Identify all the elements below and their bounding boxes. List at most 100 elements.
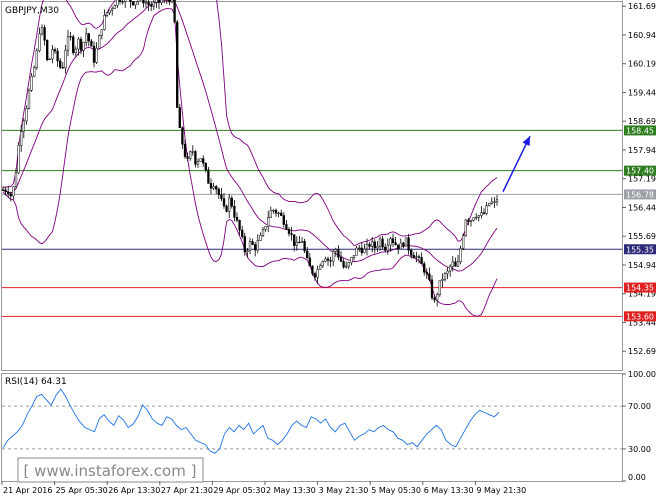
candle-body: [407, 237, 410, 251]
candle-body: [238, 220, 241, 231]
price-tick-label: 160.94: [628, 31, 656, 40]
candle-body: [25, 108, 28, 122]
candle-body: [66, 36, 70, 51]
candle-body: [170, 0, 174, 3]
candle-body: [4, 189, 7, 193]
candle-body: [176, 21, 179, 108]
candle-body: [345, 265, 348, 268]
level-tag-label: 157.40: [626, 167, 654, 176]
price-chart: 161.69 160.94 160.19 159.44 158.69 157.94 157.…: [0, 0, 664, 498]
chart-title: GBPJPY,M30: [5, 6, 59, 16]
rsi-tick-label: 100.00: [628, 370, 656, 379]
candle-body: [22, 120, 25, 132]
candle-body: [196, 161, 200, 165]
candle-body: [417, 256, 421, 258]
candle-body: [116, 0, 119, 6]
candle-body: [485, 205, 488, 214]
candle-body: [329, 260, 332, 262]
candle-body: [155, 0, 158, 3]
candle-body: [402, 242, 405, 247]
candle-body: [178, 107, 181, 128]
candle-body: [490, 201, 493, 204]
price-tick-label: 160.19: [628, 60, 656, 69]
candle-body: [59, 60, 62, 68]
candle-body: [199, 158, 202, 162]
candle-body: [269, 210, 272, 218]
candle-body: [256, 240, 259, 251]
candle-body: [215, 186, 218, 190]
candle-body: [111, 8, 114, 11]
candle-body: [144, 1, 148, 4]
candle-body: [121, 1, 124, 3]
candle-body: [443, 273, 447, 280]
candle-body: [428, 273, 431, 281]
candle-body: [92, 45, 96, 63]
candle-body: [98, 35, 101, 49]
candle-body: [438, 280, 441, 295]
candle-body: [430, 279, 434, 299]
candle-body: [397, 244, 400, 250]
candle-body: [254, 244, 257, 251]
candle-body: [290, 233, 293, 235]
candle-body: [183, 144, 187, 157]
candle-body: [209, 183, 213, 189]
candle-body: [350, 257, 353, 263]
candle-body: [425, 271, 428, 274]
price-tick-label: 159.44: [628, 88, 656, 97]
candle-body: [467, 219, 470, 223]
candle-body: [477, 215, 480, 218]
candle-body: [495, 199, 499, 203]
candle-body: [259, 235, 262, 241]
candle-body: [316, 269, 319, 278]
candle-body: [14, 172, 18, 188]
candle-body: [243, 236, 246, 253]
candle-body: [368, 243, 371, 247]
candle-body: [404, 237, 408, 247]
candle-body: [191, 151, 194, 153]
rsi-title: RSI(14) 64.31: [5, 377, 67, 387]
candle-body: [293, 234, 296, 246]
candle-body: [235, 216, 239, 221]
candle-body: [394, 242, 397, 246]
candle-body: [264, 226, 267, 230]
candle-body: [332, 251, 335, 262]
candle-body: [337, 249, 340, 258]
candle-body: [241, 229, 244, 237]
price-tick-label: 152.69: [628, 347, 656, 356]
candle-body: [220, 194, 223, 199]
candle-body: [384, 246, 387, 251]
time-tick-label: 2 May 13:30: [266, 486, 316, 495]
level-tag-label: 158.45: [626, 126, 654, 135]
candle-body: [410, 250, 413, 256]
candle-body: [261, 229, 265, 236]
candle-body: [365, 243, 369, 250]
candle-body: [300, 241, 304, 243]
candle-body: [33, 67, 36, 77]
candle-body: [376, 246, 379, 249]
candle-body: [355, 247, 358, 256]
time-tick-label: 21 Apr 2016: [3, 486, 52, 495]
candle-body: [433, 297, 436, 301]
candle-body: [48, 58, 51, 61]
candle-body: [378, 238, 382, 247]
candle-body: [124, 0, 127, 2]
candle-body: [118, 0, 122, 2]
candle-body: [194, 151, 197, 165]
candle-body: [277, 212, 280, 215]
candle-body: [475, 216, 478, 219]
time-tick-label: 6 May 13:30: [424, 486, 474, 495]
candle-body: [454, 261, 457, 267]
candle-body: [233, 206, 236, 218]
price-tick-label: 156.44: [628, 203, 656, 212]
candle-body: [311, 265, 314, 274]
candle-body: [40, 27, 44, 35]
time-tick-label: 9 May 21:30: [476, 486, 526, 495]
time-tick-label: 29 Apr 05:30: [213, 486, 265, 495]
price-tick-label: 158.69: [628, 117, 656, 126]
candle-body: [391, 238, 395, 243]
candle-body: [204, 162, 207, 170]
candle-body: [150, 4, 153, 7]
candle-body: [147, 1, 150, 6]
candle-body: [295, 241, 298, 246]
candle-body: [459, 248, 462, 263]
